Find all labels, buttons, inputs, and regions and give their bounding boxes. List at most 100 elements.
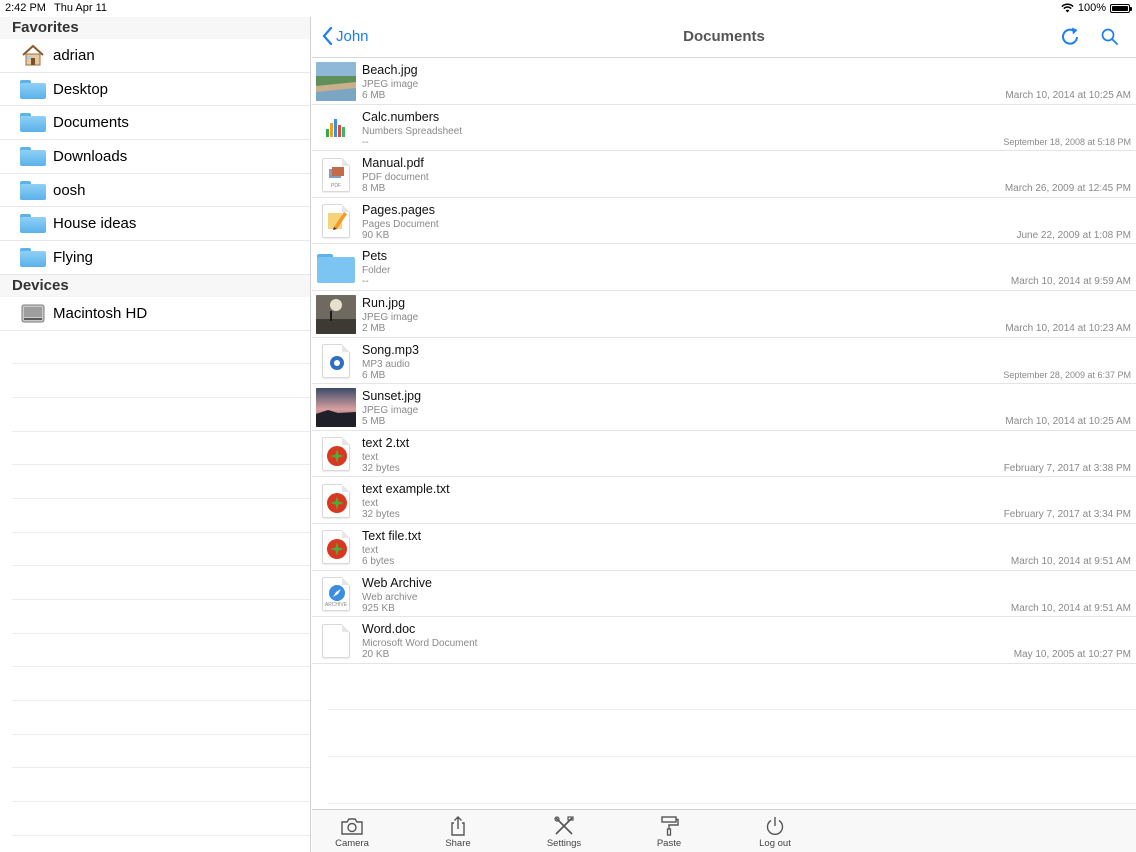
file-type: text [362, 544, 379, 556]
paste-button[interactable]: Paste [639, 816, 699, 849]
settings-label: Settings [546, 838, 582, 849]
hard-drive-icon [20, 302, 46, 324]
paint-roller-icon [661, 816, 679, 836]
file-row-word[interactable]: Word.doc Microsoft Word Document 20 KB M… [312, 617, 1136, 664]
file-name: Beach.jpg [362, 63, 418, 77]
sidebar-item-label: Macintosh HD [53, 304, 148, 322]
file-date: March 10, 2014 at 9:59 AM [1010, 276, 1131, 288]
status-date: Thu Apr 11 [54, 2, 107, 14]
logout-button[interactable]: Log out [745, 816, 805, 849]
file-browser: John Documents Beach.jpg JPEG image 6 MB… [312, 17, 1136, 852]
sidebar-item-oosh[interactable]: oosh [0, 174, 310, 208]
file-name: Word.doc [362, 622, 416, 637]
file-list: Beach.jpg JPEG image 6 MB March 10, 2014… [312, 58, 1136, 804]
file-size: -- [362, 136, 369, 148]
file-date: March 10, 2014 at 10:25 AM [1005, 416, 1131, 428]
sidebar-item-label: Desktop [53, 80, 109, 98]
search-icon[interactable] [1100, 27, 1120, 47]
file-name: Song.mp3 [362, 342, 419, 357]
file-date: March 10, 2014 at 10:25 AM [1005, 90, 1131, 101]
text-icon [316, 435, 356, 474]
sidebar-item-flying[interactable]: Flying [0, 241, 310, 275]
file-row-song[interactable]: Song.mp3 MP3 audio 6 MB September 28, 20… [312, 338, 1136, 385]
folder-icon [20, 145, 46, 167]
file-type: PDF document [362, 172, 429, 184]
web-archive-icon: ARCHIVE [316, 575, 356, 614]
status-right: 100% [1061, 2, 1132, 14]
file-size: 8 MB [362, 183, 386, 195]
share-button[interactable]: Share [428, 816, 488, 849]
power-icon [766, 817, 784, 835]
file-size: 5 MB [362, 416, 386, 428]
file-name: Manual.pdf [362, 156, 424, 171]
sidebar-item-desktop[interactable]: Desktop [0, 73, 310, 107]
file-type: Folder [362, 265, 391, 277]
sidebar: Favorites adrian Desktop Documents Downl… [0, 17, 311, 852]
file-name: Sunset.jpg [362, 389, 422, 404]
file-size: 6 MB [362, 369, 386, 381]
run-photo-thumbnail [316, 294, 356, 334]
file-date: March 10, 2014 at 9:51 AM [1010, 555, 1131, 567]
file-row-pets[interactable]: Pets Folder -- March 10, 2014 at 9:59 AM [312, 244, 1136, 291]
camera-button[interactable]: Camera [322, 816, 382, 849]
sidebar-empty-rows [0, 331, 310, 836]
folder-icon [20, 213, 46, 235]
file-date: June 22, 2009 at 1:08 PM [1016, 229, 1131, 241]
file-name: Web Archive [362, 575, 432, 590]
file-size: 6 bytes [362, 555, 395, 567]
sidebar-item-downloads[interactable]: Downloads [0, 140, 310, 174]
file-name: Calc.numbers [362, 109, 440, 124]
file-row-sunset[interactable]: Sunset.jpg JPEG image 5 MB March 10, 201… [312, 384, 1136, 431]
file-type: JPEG image [362, 311, 419, 323]
file-size: 32 bytes [362, 462, 400, 474]
file-row-text-2[interactable]: text 2.txt text 32 bytes February 7, 201… [312, 431, 1136, 478]
pdf-icon: PDF [316, 155, 356, 194]
file-size: 20 KB [362, 649, 390, 661]
file-size: 32 bytes [362, 509, 400, 521]
refresh-icon[interactable] [1060, 26, 1082, 48]
numbers-icon [316, 109, 356, 148]
file-name: text 2.txt [362, 435, 410, 450]
nav-bar: John Documents [312, 17, 1136, 58]
folder-icon [20, 246, 46, 268]
sidebar-item-adrian[interactable]: adrian [0, 39, 310, 73]
sidebar-item-macintosh-hd[interactable]: Macintosh HD [0, 297, 310, 331]
file-row-beach[interactable]: Beach.jpg JPEG image 6 MB March 10, 2014… [312, 58, 1136, 105]
text-icon [316, 481, 356, 520]
file-row-text-example[interactable]: text example.txt text 32 bytes February … [312, 477, 1136, 524]
file-type: Numbers Spreadsheet [362, 125, 463, 137]
file-date: September 18, 2008 at 5:18 PM [1003, 136, 1131, 147]
file-size: 90 KB [362, 229, 390, 241]
file-date: March 26, 2009 at 12:45 PM [1004, 183, 1131, 195]
file-list-empty-rows [312, 664, 1136, 804]
camera-icon [341, 818, 363, 835]
toolbar: Camera Share Settings Paste Log out [312, 809, 1136, 852]
file-date: May 10, 2005 at 10:27 PM [1013, 649, 1131, 661]
favorites-header: Favorites [0, 17, 310, 39]
file-row-run[interactable]: Run.jpg JPEG image 2 MB March 10, 2014 a… [312, 291, 1136, 338]
file-row-text-file[interactable]: Text file.txt text 6 bytes March 10, 201… [312, 524, 1136, 571]
file-type: JPEG image [362, 405, 419, 417]
file-size: 6 MB [362, 90, 386, 101]
file-row-pages[interactable]: Pages.pages Pages Document 90 KB June 22… [312, 198, 1136, 245]
file-date: February 7, 2017 at 3:38 PM [1003, 462, 1131, 474]
status-time: 2:42 PM [5, 2, 46, 14]
file-type: Pages Document [362, 218, 439, 230]
settings-button[interactable]: Settings [534, 816, 594, 849]
sidebar-item-house-ideas[interactable]: House ideas [0, 207, 310, 242]
file-name: Pets [362, 249, 388, 264]
file-row-manual[interactable]: PDF Manual.pdf PDF document 8 MB March 2… [312, 151, 1136, 198]
sidebar-item-documents[interactable]: Documents [0, 106, 310, 141]
file-row-web-archive[interactable]: ARCHIVE Web Archive Web archive 925 KB M… [312, 571, 1136, 618]
wifi-icon [1061, 3, 1074, 13]
file-row-calc[interactable]: Calc.numbers Numbers Spreadsheet -- Sept… [312, 105, 1136, 152]
file-name: Run.jpg [362, 295, 406, 310]
share-icon [451, 816, 465, 836]
paste-label: Paste [656, 838, 682, 849]
file-date: March 10, 2014 at 10:23 AM [1005, 322, 1131, 334]
word-icon [316, 621, 356, 660]
sidebar-item-label: Documents [53, 114, 129, 132]
sidebar-item-label: Flying [53, 248, 94, 266]
tools-icon [554, 816, 574, 835]
audio-icon [316, 342, 356, 381]
